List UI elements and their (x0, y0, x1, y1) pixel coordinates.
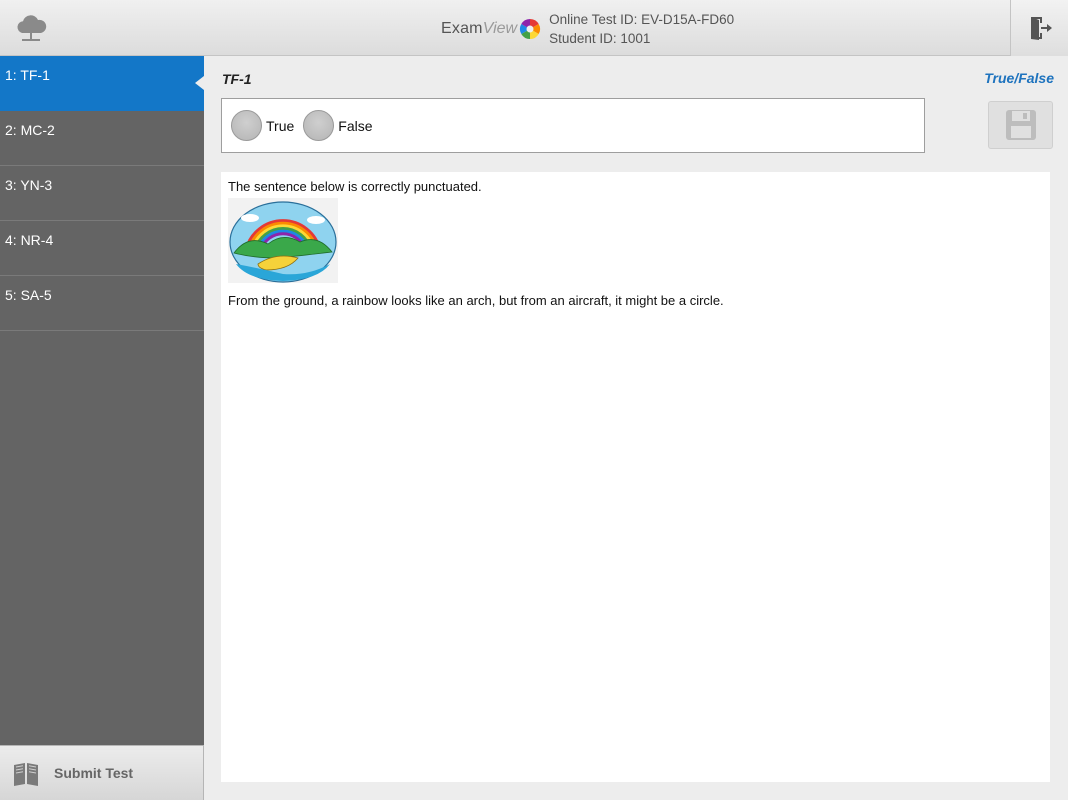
exit-door-icon (1030, 17, 1052, 40)
floppy-disk-icon (1005, 110, 1036, 140)
question-type: True/False (984, 70, 1054, 86)
sidebar-item-mc-2[interactable]: 2: MC-2 (0, 111, 204, 166)
submit-test-button[interactable]: Submit Test (0, 745, 204, 800)
sidebar-item-tf-1[interactable]: 1: TF-1 (0, 56, 204, 111)
examview-logo: Exam View (441, 18, 541, 40)
question-sidebar: 1: TF-1 2: MC-2 3: YN-3 4: NR-4 5: SA-5 … (0, 56, 204, 800)
question-prompt: The sentence below is correctly punctuat… (228, 179, 482, 194)
option-true-label: True (266, 117, 295, 134)
sidebar-item-label: 3: YN-3 (5, 177, 53, 193)
color-wheel-icon (520, 18, 541, 40)
exit-button[interactable] (1010, 0, 1068, 56)
sidebar-item-label: 1: TF-1 (5, 67, 50, 83)
cloud-sync-button[interactable] (10, 10, 52, 46)
sidebar-item-label: 2: MC-2 (5, 122, 55, 138)
header-bar: Exam View Online Test ID: EV-D15A-FD60 S… (0, 0, 1068, 56)
brand-view-text: View (482, 20, 518, 37)
student-id: Student ID: 1001 (549, 31, 651, 46)
sidebar-item-yn-3[interactable]: 3: YN-3 (0, 166, 204, 221)
sidebar-item-label: 4: NR-4 (5, 232, 54, 248)
sidebar-item-label: 5: SA-5 (5, 287, 52, 303)
sidebar-item-sa-5[interactable]: 5: SA-5 (0, 276, 204, 331)
answer-box: True False (221, 98, 925, 153)
test-ids: Online Test ID: EV-D15A-FD60 Student ID:… (549, 10, 734, 48)
submit-test-label: Submit Test (54, 765, 134, 781)
brand-exam-text: Exam (441, 20, 483, 37)
radio-false[interactable] (303, 110, 335, 141)
save-button[interactable] (988, 101, 1053, 149)
radio-true[interactable] (231, 110, 262, 141)
question-content: The sentence below is correctly punctuat… (221, 172, 1050, 782)
option-true[interactable]: True (231, 110, 294, 141)
question-sentence: From the ground, a rainbow looks like an… (228, 293, 724, 308)
online-test-id: Online Test ID: EV-D15A-FD60 (549, 12, 735, 27)
question-title: TF-1 (222, 71, 252, 87)
option-false[interactable]: False (303, 110, 373, 141)
option-false-label: False (338, 117, 373, 134)
cloud-icon (17, 15, 47, 41)
rainbow-island-image (228, 198, 338, 283)
sidebar-item-nr-4[interactable]: 4: NR-4 (0, 221, 204, 276)
app-window: Exam View Online Test ID: EV-D15A-FD60 S… (0, 0, 1068, 800)
brand-area: Exam View Online Test ID: EV-D15A-FD60 S… (441, 10, 734, 48)
book-icon (12, 759, 40, 787)
